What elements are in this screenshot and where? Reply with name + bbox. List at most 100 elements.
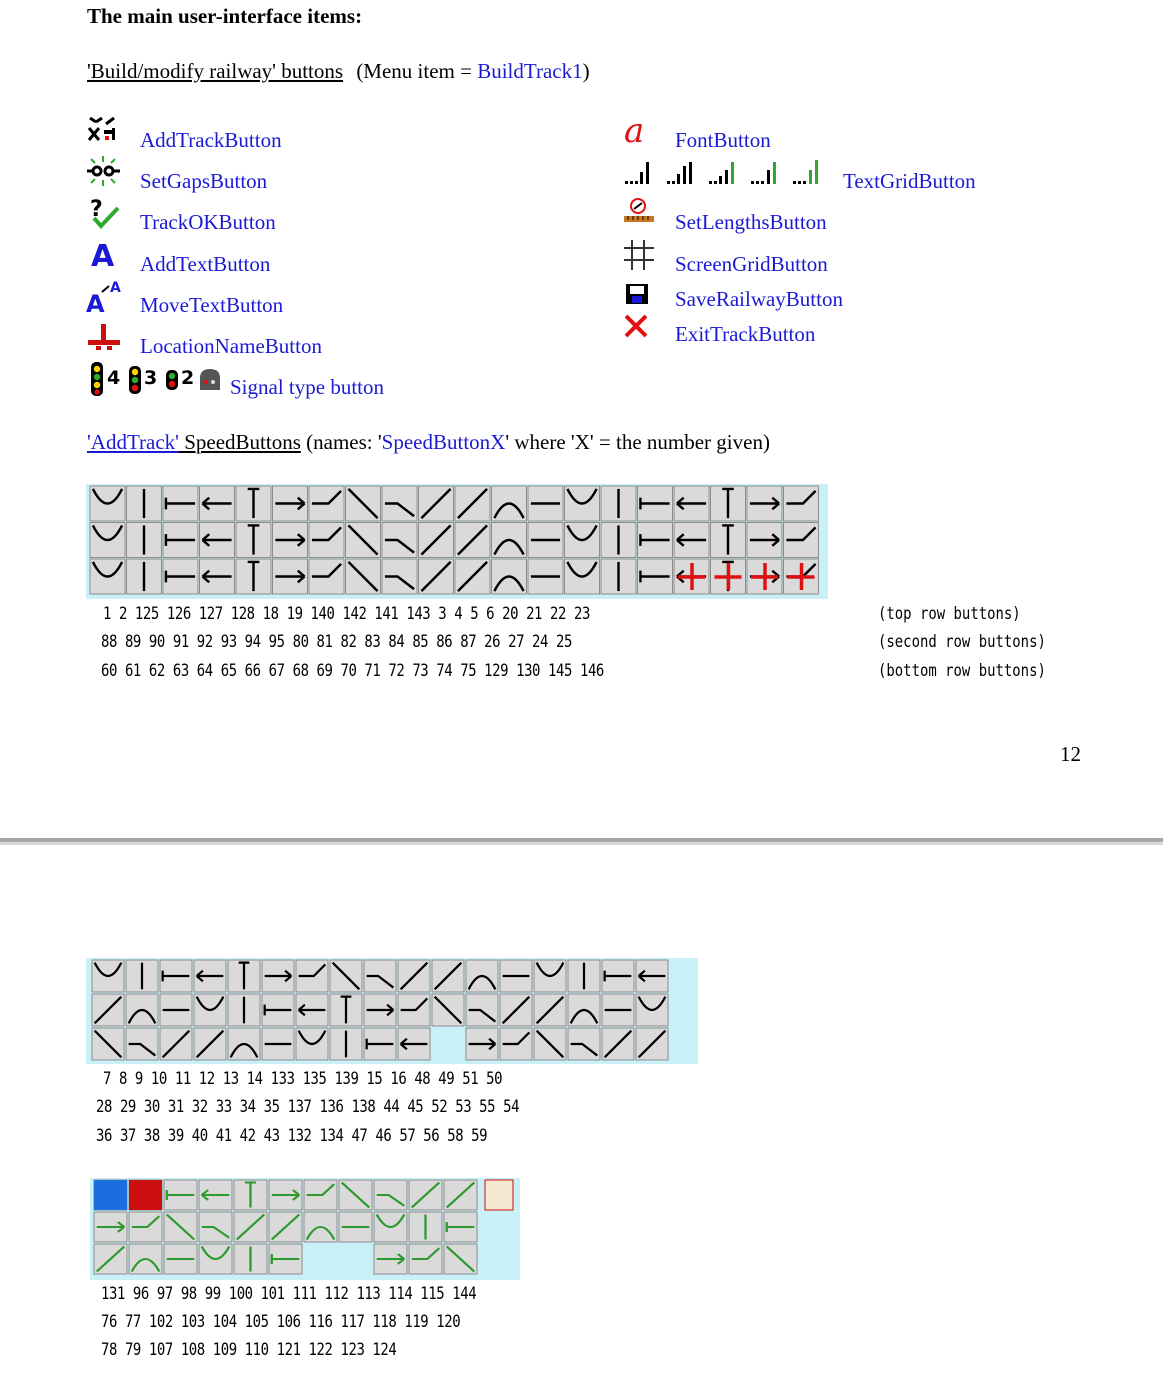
track-piece-button[interactable] [272, 558, 308, 595]
track-piece-button[interactable] [227, 1027, 261, 1061]
blue-block-button[interactable] [94, 1180, 127, 1210]
track-piece-button[interactable] [373, 1243, 408, 1275]
track-piece-button[interactable] [125, 959, 159, 993]
track-piece-button[interactable] [295, 1027, 329, 1061]
track-piece-button[interactable] [128, 1243, 163, 1275]
track-piece-button[interactable] [89, 522, 126, 558]
track-piece-button[interactable] [268, 1179, 303, 1211]
track-piece-button[interactable] [233, 1211, 268, 1243]
track-piece-button[interactable] [308, 558, 345, 595]
track-piece-button[interactable] [499, 959, 533, 993]
track-piece-button[interactable] [272, 485, 308, 522]
track-piece-button[interactable] [635, 1027, 669, 1061]
track-piece-button[interactable] [363, 959, 397, 993]
track-piece-button[interactable] [499, 1027, 533, 1061]
track-piece-button[interactable] [637, 485, 673, 522]
track-piece-button[interactable] [295, 959, 329, 993]
track-piece-button[interactable] [746, 485, 783, 522]
track-piece-button[interactable] [491, 558, 527, 595]
track-piece-button[interactable] [126, 522, 162, 558]
track-piece-button[interactable] [268, 1243, 303, 1275]
track-piece-button[interactable] [454, 522, 491, 558]
track-piece-button[interactable] [363, 1027, 397, 1061]
track-piece-button[interactable] [338, 1179, 373, 1211]
track-piece-button[interactable] [601, 959, 635, 993]
track-piece-button[interactable] [443, 1243, 478, 1275]
track-piece-button[interactable] [418, 522, 454, 558]
track-piece-button[interactable] [235, 522, 272, 558]
addtrack-link[interactable]: 'AddTrack' [87, 430, 179, 454]
signal-type-button-label[interactable]: Signal type button [230, 375, 384, 400]
track-piece-button[interactable] [268, 1211, 303, 1243]
track-piece-button[interactable] [295, 993, 329, 1027]
track-piece-button[interactable] [637, 522, 673, 558]
track-piece-button[interactable] [373, 1211, 408, 1243]
track-piece-button[interactable] [308, 485, 345, 522]
track-piece-button[interactable] [418, 485, 454, 522]
track-piece-button[interactable] [564, 558, 600, 595]
track-piece-button[interactable] [91, 993, 125, 1027]
track-piece-button[interactable] [199, 558, 235, 595]
track-piece-button[interactable] [345, 522, 381, 558]
track-piece-button[interactable] [381, 522, 418, 558]
track-piece-button[interactable] [443, 1211, 478, 1243]
speedbuttonx-link[interactable]: SpeedButtonX [382, 430, 506, 454]
track-piece-button[interactable] [431, 993, 465, 1027]
track-piece-button[interactable] [235, 558, 272, 595]
track-piece-button[interactable] [601, 993, 635, 1027]
track-piece-button[interactable] [233, 1179, 268, 1211]
track-piece-button[interactable] [125, 1027, 159, 1061]
track-piece-button[interactable] [527, 522, 564, 558]
track-piece-button[interactable] [125, 993, 159, 1027]
track-piece-button[interactable] [261, 959, 295, 993]
track-piece-button[interactable] [308, 522, 345, 558]
track-piece-button[interactable] [198, 1179, 233, 1211]
track-piece-button[interactable] [527, 558, 564, 595]
track-piece-button[interactable] [600, 522, 637, 558]
track-piece-button[interactable] [227, 959, 261, 993]
track-piece-button[interactable] [783, 485, 819, 522]
track-piece-button[interactable] [163, 1211, 198, 1243]
track-piece-button[interactable] [431, 959, 465, 993]
track-piece-button[interactable] [408, 1211, 443, 1243]
track-piece-button[interactable] [499, 993, 533, 1027]
track-piece-button[interactable] [601, 1027, 635, 1061]
track-piece-button[interactable] [126, 485, 162, 522]
track-piece-button[interactable] [162, 558, 199, 595]
track-piece-button[interactable] [329, 993, 363, 1027]
track-piece-button[interactable] [235, 485, 272, 522]
track-piece-button[interactable] [373, 1179, 408, 1211]
track-piece-button[interactable] [408, 1243, 443, 1275]
track-piece-button[interactable] [567, 1027, 601, 1061]
track-piece-button[interactable] [162, 485, 199, 522]
track-piece-button[interactable] [564, 485, 600, 522]
track-piece-button[interactable] [783, 522, 819, 558]
track-piece-button[interactable] [533, 959, 567, 993]
pattern-block-button[interactable] [484, 1179, 514, 1211]
track-piece-button[interactable] [159, 959, 193, 993]
move-text-button-label[interactable]: MoveTextButton [140, 293, 283, 318]
track-piece-button[interactable] [89, 485, 126, 522]
track-piece-button[interactable] [673, 522, 710, 558]
track-piece-button[interactable] [345, 558, 381, 595]
set-lengths-button-label[interactable]: SetLengthsButton [675, 210, 827, 235]
track-piece-button[interactable] [533, 993, 567, 1027]
add-track-button-label[interactable]: AddTrackButton [140, 128, 282, 153]
track-piece-button[interactable] [397, 993, 431, 1027]
track-piece-button[interactable] [381, 558, 418, 595]
track-piece-button[interactable] [564, 522, 600, 558]
location-name-button-label[interactable]: LocationNameButton [140, 334, 322, 359]
menu-item-link[interactable]: BuildTrack1 [477, 59, 582, 83]
track-piece-button[interactable] [635, 993, 669, 1027]
track-piece-button[interactable] [193, 959, 227, 993]
track-piece-button[interactable] [159, 1027, 193, 1061]
track-piece-button[interactable] [227, 993, 261, 1027]
track-piece-button[interactable] [198, 1211, 233, 1243]
track-piece-button[interactable] [329, 1027, 363, 1061]
track-piece-button[interactable] [93, 1243, 128, 1275]
track-piece-button[interactable] [381, 485, 418, 522]
track-ok-button-label[interactable]: TrackOKButton [140, 210, 276, 235]
track-piece-button[interactable] [163, 1179, 198, 1211]
track-piece-button[interactable] [710, 485, 746, 522]
track-piece-button[interactable] [261, 1027, 295, 1061]
